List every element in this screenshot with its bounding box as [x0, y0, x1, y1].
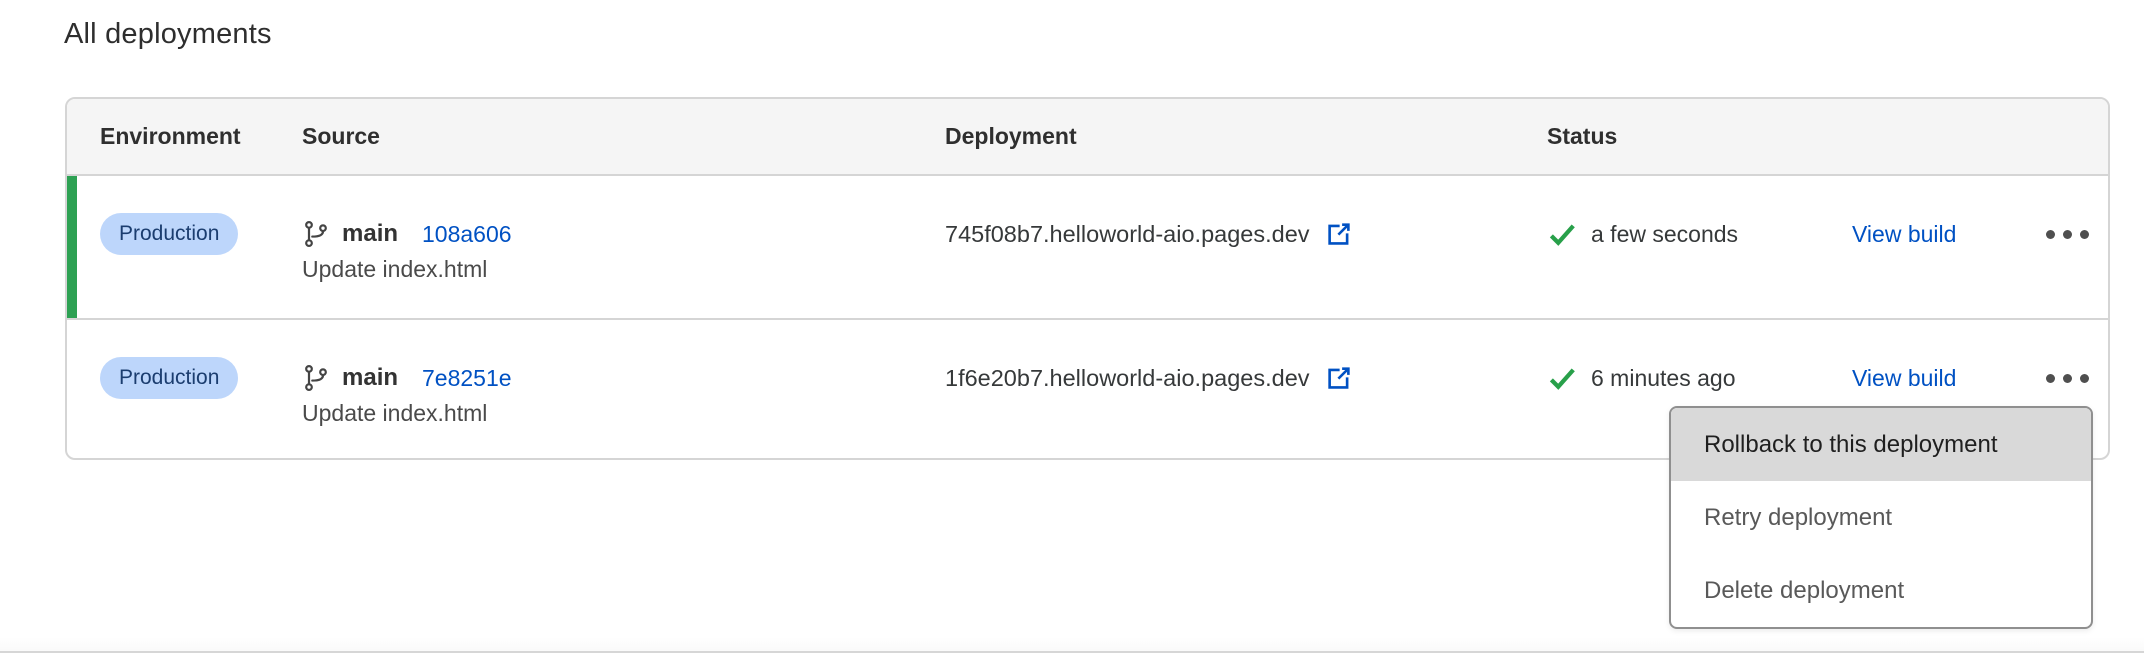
external-link-icon[interactable] — [1324, 219, 1354, 249]
page-title: All deployments — [64, 18, 272, 51]
current-deployment-indicator — [67, 176, 77, 318]
status-cell: a few seconds — [1547, 212, 1738, 256]
commit-link[interactable]: 7e8251e — [422, 365, 512, 392]
source-cell: main 108a606 — [302, 212, 512, 256]
status-cell: 6 minutes ago — [1547, 356, 1735, 400]
column-header-deployment: Deployment — [945, 99, 1077, 174]
ellipsis-icon[interactable] — [2042, 364, 2093, 393]
column-header-environment: Environment — [100, 99, 241, 174]
external-link-icon[interactable] — [1324, 363, 1354, 393]
source-cell: main 7e8251e — [302, 356, 512, 400]
row-actions-cell — [2042, 356, 2144, 400]
branch-name: main — [342, 364, 398, 392]
view-build-link[interactable]: View build — [1852, 365, 1956, 392]
status-time: a few seconds — [1591, 221, 1738, 248]
environment-cell: Production — [100, 356, 238, 400]
environment-badge: Production — [100, 213, 238, 255]
row-actions-menu: Rollback to this deployment Retry deploy… — [1669, 406, 2093, 629]
deployment-cell: 745f08b7.helloworld-aio.pages.dev — [945, 212, 1354, 256]
menu-item-retry[interactable]: Retry deployment — [1671, 481, 2091, 554]
column-header-source: Source — [302, 99, 380, 174]
table-header-row: Environment Source Deployment Status — [67, 99, 2108, 176]
view-build-cell: View build — [1852, 212, 1956, 256]
deployment-url: 1f6e20b7.helloworld-aio.pages.dev — [945, 365, 1310, 392]
column-header-status: Status — [1547, 99, 1617, 174]
ellipsis-icon[interactable] — [2042, 220, 2093, 249]
menu-item-rollback[interactable]: Rollback to this deployment — [1671, 408, 2091, 481]
table-row: Production main 108a606 Update index.htm… — [67, 176, 2108, 320]
commit-link[interactable]: 108a606 — [422, 221, 512, 248]
branch-name: main — [342, 220, 398, 248]
success-check-icon — [1547, 219, 1577, 249]
git-branch-icon — [302, 364, 330, 392]
view-build-link[interactable]: View build — [1852, 221, 1956, 248]
deployment-url: 745f08b7.helloworld-aio.pages.dev — [945, 221, 1310, 248]
deployment-cell: 1f6e20b7.helloworld-aio.pages.dev — [945, 356, 1354, 400]
bottom-divider — [0, 651, 2144, 653]
environment-badge: Production — [100, 357, 238, 399]
commit-message: Update index.html — [302, 400, 487, 427]
view-build-cell: View build — [1852, 356, 1956, 400]
git-branch-icon — [302, 220, 330, 248]
status-time: 6 minutes ago — [1591, 365, 1735, 392]
success-check-icon — [1547, 363, 1577, 393]
commit-message: Update index.html — [302, 256, 487, 283]
environment-cell: Production — [100, 212, 238, 256]
footer-fade — [0, 637, 2144, 651]
menu-item-delete[interactable]: Delete deployment — [1671, 554, 2091, 627]
row-actions-cell — [2042, 212, 2144, 256]
